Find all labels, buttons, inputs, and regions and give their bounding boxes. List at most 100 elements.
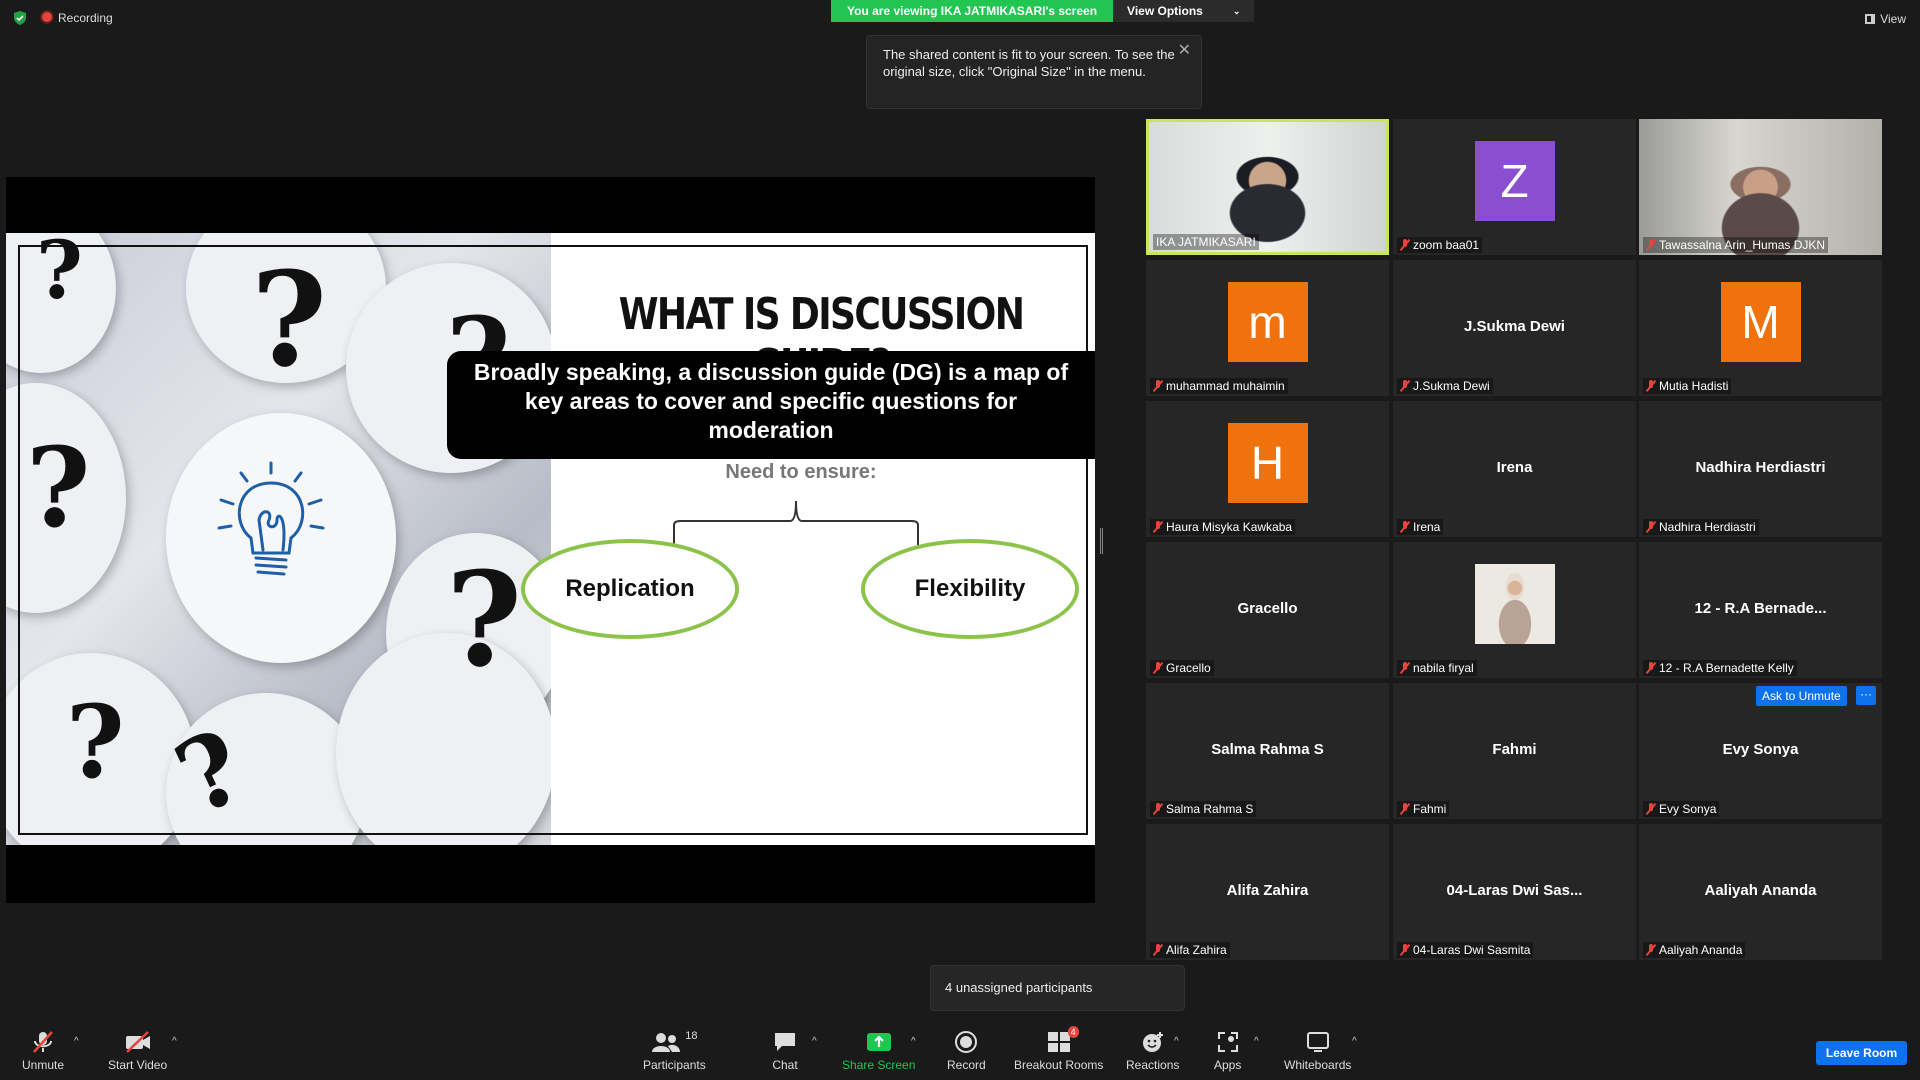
- participant-tile[interactable]: Alifa Zahira Alifa Zahira: [1146, 824, 1389, 960]
- record-label: Record: [947, 1058, 986, 1072]
- participant-display-name: Gracello: [1237, 600, 1298, 617]
- participant-display-name: Fahmi: [1492, 741, 1537, 758]
- participant-name: Fahmi: [1397, 801, 1450, 817]
- participant-display-name: Salma Rahma S: [1211, 741, 1324, 758]
- participant-tile[interactable]: Fahmi Fahmi: [1393, 683, 1636, 819]
- participant-tile[interactable]: Irena Irena: [1393, 401, 1636, 537]
- participant-name-label: zoom baa01: [1413, 238, 1480, 252]
- microphone-muted-icon: [1400, 803, 1410, 815]
- participant-name: muhammad muhaimin: [1150, 378, 1288, 394]
- microphone-muted-icon: [1400, 380, 1410, 392]
- view-options-button[interactable]: View Options ⌄: [1113, 0, 1255, 22]
- replication-oval: Replication: [521, 539, 739, 639]
- microphone-muted-icon: [30, 1030, 56, 1054]
- need-to-ensure-label: Need to ensure:: [725, 461, 877, 483]
- participant-video: [1639, 119, 1882, 255]
- whiteboards-button[interactable]: Whiteboards: [1284, 1030, 1351, 1072]
- chat-button[interactable]: Chat: [772, 1030, 798, 1072]
- more-options-button[interactable]: ···: [1856, 686, 1876, 705]
- participant-tile[interactable]: Tawassalna Arin_Humas DJKN: [1639, 119, 1882, 255]
- video-options-caret[interactable]: ^: [172, 1036, 177, 1047]
- participant-name: Salma Rahma S: [1150, 801, 1257, 817]
- reactions-button[interactable]: Reactions: [1126, 1030, 1179, 1072]
- breakout-rooms-button[interactable]: 4 Breakout Rooms: [1014, 1026, 1104, 1072]
- recording-indicator[interactable]: Recording: [42, 11, 113, 25]
- resize-handle[interactable]: [1100, 528, 1103, 554]
- participant-tile[interactable]: Nadhira Herdiastri Nadhira Herdiastri: [1639, 401, 1882, 537]
- tooltip-text: The shared content is fit to your screen…: [883, 47, 1175, 79]
- microphone-muted-icon: [1400, 662, 1410, 674]
- participant-tile[interactable]: Gracello Gracello: [1146, 542, 1389, 678]
- recording-label: Recording: [58, 11, 113, 25]
- viewing-banner: You are viewing IKA JATMIKASARI's screen…: [831, 0, 1255, 22]
- security-shield-icon[interactable]: [12, 10, 28, 26]
- participant-name-label: Fahmi: [1413, 802, 1447, 816]
- participant-name: Evy Sonya: [1643, 801, 1720, 817]
- top-status: Recording: [12, 10, 113, 26]
- whiteboards-options-caret[interactable]: ^: [1352, 1036, 1357, 1047]
- close-icon[interactable]: ✕: [1178, 42, 1191, 59]
- participant-name-label: Aaliyah Ananda: [1659, 943, 1743, 957]
- record-button[interactable]: Record: [947, 1030, 986, 1072]
- flexibility-oval: Flexibility: [861, 539, 1079, 639]
- participant-tile[interactable]: 12 - R.A Bernade... 12 - R.A Bernadette K…: [1639, 542, 1882, 678]
- participant-tile[interactable]: M Mutia Hadisti: [1639, 260, 1882, 396]
- participant-name-label: muhammad muhaimin: [1166, 379, 1285, 393]
- start-video-button[interactable]: Start Video: [108, 1030, 167, 1072]
- reactions-label: Reactions: [1126, 1058, 1180, 1072]
- apps-button[interactable]: Apps: [1214, 1030, 1241, 1072]
- participant-name: Tawassalna Arin_Humas DJKN: [1643, 237, 1829, 253]
- ask-to-unmute-button[interactable]: Ask to Unmute: [1756, 686, 1847, 706]
- record-dot-icon: [42, 12, 52, 22]
- participant-name: 04-Laras Dwi Sasmita: [1397, 942, 1534, 958]
- participant-avatar: H: [1227, 423, 1308, 503]
- participant-tile[interactable]: Zzoom baa01: [1393, 119, 1636, 255]
- microphone-muted-icon: [1400, 239, 1410, 251]
- participant-name-label: Nadhira Herdiastri: [1659, 520, 1756, 534]
- participant-name: IKA JATMIKASARI: [1153, 234, 1259, 250]
- participant-name: Irena: [1397, 519, 1444, 535]
- share-screen-label: Share Screen: [842, 1058, 916, 1072]
- participant-name-label: IKA JATMIKASARI: [1156, 235, 1256, 249]
- participants-button[interactable]: 18 Participants: [643, 1030, 706, 1072]
- participant-display-name: Alifa Zahira: [1226, 882, 1309, 899]
- participant-tile[interactable]: H Haura Misyka Kawkaba: [1146, 401, 1389, 537]
- participant-tile[interactable]: 04-Laras Dwi Sas... 04-Laras Dwi Sasmita: [1393, 824, 1636, 960]
- unmute-label: Unmute: [22, 1058, 65, 1072]
- share-screen-button[interactable]: Share Screen: [842, 1030, 915, 1072]
- microphone-muted-icon: [1646, 380, 1656, 392]
- participant-tile[interactable]: m muhammad muhaimin: [1146, 260, 1389, 396]
- participants-count: 18: [685, 1030, 698, 1042]
- apps-label: Apps: [1214, 1058, 1242, 1072]
- whiteboards-label: Whiteboards: [1284, 1058, 1352, 1072]
- view-button[interactable]: View: [1865, 12, 1906, 26]
- share-options-caret[interactable]: ^: [911, 1036, 916, 1047]
- chat-icon: [772, 1030, 798, 1054]
- unmute-button[interactable]: Unmute: [22, 1030, 64, 1072]
- participant-tile[interactable]: nabila firyal: [1393, 542, 1636, 678]
- reactions-icon: [1141, 1030, 1165, 1054]
- unassigned-participants-popup[interactable]: 4 unassigned participants: [930, 965, 1185, 1011]
- participant-avatar: M: [1720, 282, 1801, 362]
- leave-room-button[interactable]: Leave Room: [1816, 1041, 1907, 1065]
- microphone-muted-icon: [1153, 944, 1163, 956]
- participant-display-name: Evy Sonya: [1722, 741, 1799, 758]
- participant-name: 12 - R.A Bernadette Kelly: [1643, 660, 1797, 676]
- microphone-muted-icon: [1153, 521, 1163, 533]
- breakout-rooms-label: Breakout Rooms: [1014, 1058, 1104, 1072]
- participant-display-name: Irena: [1496, 459, 1533, 476]
- audio-options-caret[interactable]: ^: [74, 1036, 79, 1047]
- participant-name-label: Irena: [1413, 520, 1441, 534]
- definition-box: Broadly speaking, a discussion guide (DG…: [447, 351, 1095, 459]
- participant-tile[interactable]: J.Sukma Dewi J.Sukma Dewi: [1393, 260, 1636, 396]
- apps-options-caret[interactable]: ^: [1254, 1036, 1259, 1047]
- viewing-banner-text: You are viewing IKA JATMIKASARI's screen: [831, 0, 1114, 22]
- participant-tile[interactable]: Salma Rahma S Salma Rahma S: [1146, 683, 1389, 819]
- participant-tile[interactable]: Aaliyah Ananda Aaliyah Ananda: [1639, 824, 1882, 960]
- microphone-muted-icon: [1153, 662, 1163, 674]
- reactions-options-caret[interactable]: ^: [1174, 1036, 1179, 1047]
- microphone-muted-icon: [1646, 944, 1656, 956]
- participant-tile[interactable]: IKA JATMIKASARI: [1146, 119, 1389, 255]
- view-layout-icon: [1865, 14, 1876, 24]
- chat-options-caret[interactable]: ^: [812, 1036, 817, 1047]
